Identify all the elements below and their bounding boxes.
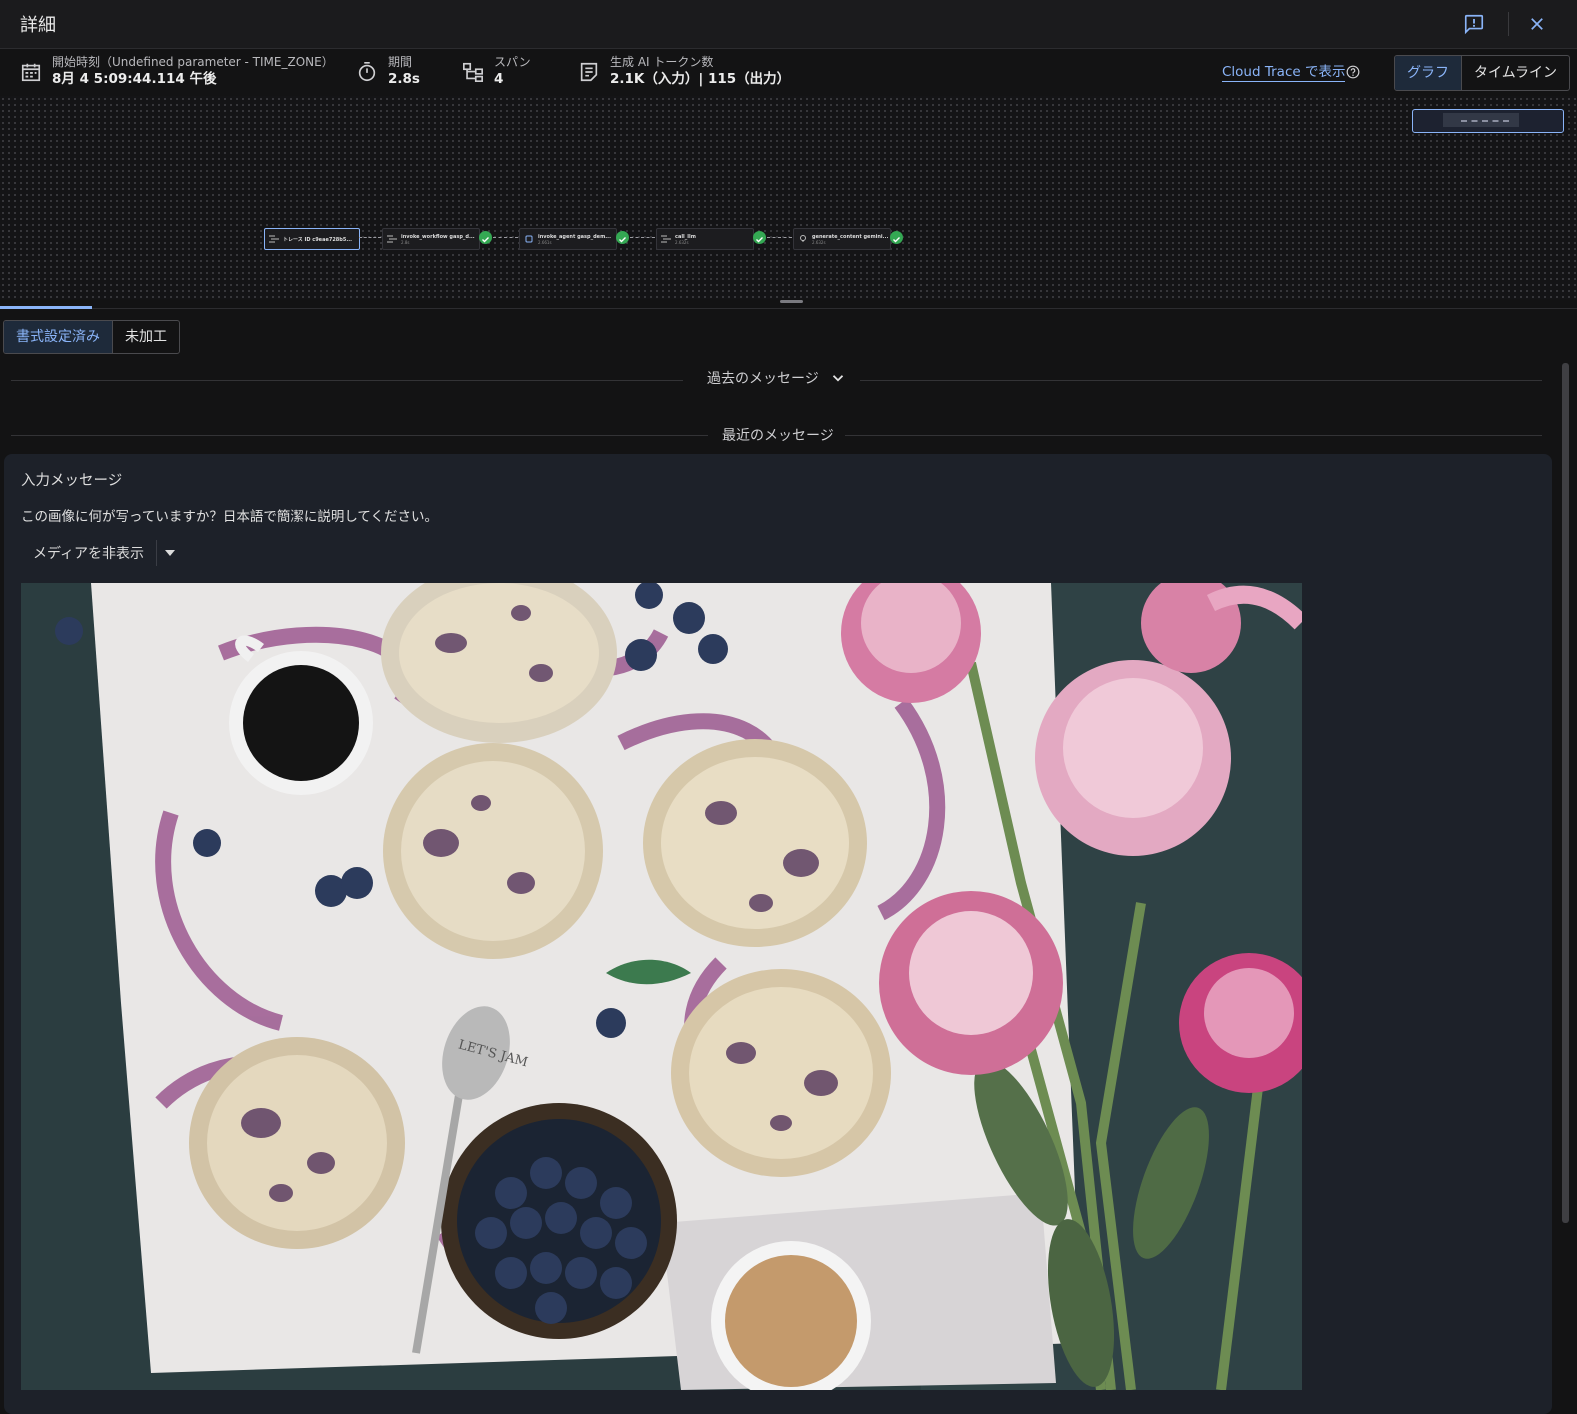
node-title: トレース ID c9eae728b5... <box>283 236 353 243</box>
graph-edge <box>359 237 381 238</box>
message-heading: 入力メッセージ <box>21 473 123 489</box>
dropdown-arrow-icon[interactable] <box>157 550 183 556</box>
notes-icon <box>580 62 598 82</box>
check-icon <box>479 231 492 244</box>
graph-node-workflow[interactable]: invoke_workflow gasp_d... 2.8s <box>382 228 480 250</box>
scrollbar[interactable] <box>1562 363 1569 1223</box>
hide-media-button[interactable]: メディアを非表示 <box>21 538 183 568</box>
trace-icon <box>269 235 279 243</box>
format-toggle: 書式設定済み 未加工 <box>3 320 180 354</box>
trace-graph-canvas[interactable]: トレース ID c9eae728b5... invoke_workflow ga… <box>0 96 1577 299</box>
hierarchy-icon <box>463 62 483 82</box>
start-time-label: 開始時刻（Undefined parameter - TIME_ZONE） <box>52 55 334 69</box>
node-duration: 2.632s <box>675 239 689 245</box>
node-title: invoke_agent gasp_dem... <box>538 233 611 240</box>
divider <box>845 435 1542 436</box>
node-duration: 2.632s <box>812 239 826 245</box>
check-icon <box>616 231 629 244</box>
graph-node-call-llm[interactable]: call_llm 2.632s <box>656 228 754 250</box>
lightbulb-icon <box>800 235 806 242</box>
scones-photo: LET'S JAM <box>21 583 1302 1390</box>
divider <box>860 380 1542 381</box>
active-tab-indicator <box>0 306 92 309</box>
agent-icon <box>525 235 533 243</box>
view-mode-toggle: グラフ タイムライン <box>1394 55 1571 91</box>
spans-value: 4 <box>494 71 504 87</box>
graph-edge <box>630 237 655 238</box>
hide-media-label: メディアを非表示 <box>33 546 145 562</box>
feedback-icon[interactable] <box>1460 10 1488 38</box>
tab-formatted[interactable]: 書式設定済み <box>4 321 113 353</box>
panel-title: 詳細 <box>20 15 56 36</box>
duration-value: 2.8s <box>388 71 420 87</box>
node-title: invoke_workflow gasp_d... <box>401 233 475 240</box>
graph-edge <box>767 237 792 238</box>
check-icon <box>753 231 766 244</box>
past-messages-toggle[interactable]: 過去のメッセージ <box>707 368 847 388</box>
graph-node-trace[interactable]: トレース ID c9eae728b5... <box>264 228 360 250</box>
past-messages-label: 過去のメッセージ <box>707 371 819 387</box>
tab-timeline[interactable]: タイムライン <box>1461 56 1569 90</box>
divider <box>11 380 683 381</box>
token-count: 生成 AI トークン数 2.1K（入力）| 115（出力） <box>578 55 790 88</box>
message-text: この画像に何が写っていますか？日本語で簡潔に説明してください。 <box>21 509 439 525</box>
spans-label: スパン <box>494 55 531 69</box>
token-count-value: 2.1K（入力）| 115（出力） <box>610 71 791 87</box>
panel-header: 詳細 <box>0 0 1577 49</box>
graph-node-agent[interactable]: invoke_agent gasp_dem... 2.661s <box>519 228 617 250</box>
check-icon <box>890 231 903 244</box>
chevron-down-icon <box>832 375 843 382</box>
duration-label: 期間 <box>388 55 413 69</box>
spans: スパン 4 <box>462 55 531 88</box>
graph-edge <box>493 237 518 238</box>
timer-icon <box>358 62 376 82</box>
attached-image: LET'S JAM <box>21 583 1302 1390</box>
node-duration: 2.8s <box>401 239 410 245</box>
calendar-icon <box>21 63 41 82</box>
duration: 期間 2.8s <box>356 55 420 88</box>
minimap-path <box>1461 120 1509 122</box>
help-icon[interactable] <box>1346 65 1360 79</box>
graph-minimap[interactable] <box>1412 109 1564 133</box>
header-divider <box>1508 12 1509 36</box>
node-title: call_llm <box>675 233 696 240</box>
panel-divider <box>0 308 1577 309</box>
recent-messages-label: 最近のメッセージ <box>722 428 834 444</box>
cloud-trace-link[interactable]: Cloud Trace で表示 <box>1222 64 1346 82</box>
span-icon <box>661 235 671 243</box>
tab-graph[interactable]: グラフ <box>1395 56 1462 90</box>
graph-node-generate[interactable]: generate_content gemini... 2.632s <box>793 228 891 250</box>
divider <box>11 435 708 436</box>
node-title: generate_content gemini... <box>812 233 889 240</box>
start-time-value: 8月 4 5:09:44.114 午後 <box>52 71 217 87</box>
span-icon <box>387 235 397 243</box>
tab-raw[interactable]: 未加工 <box>112 321 179 353</box>
token-count-label: 生成 AI トークン数 <box>610 55 714 69</box>
node-duration: 2.661s <box>538 239 552 245</box>
start-time: 開始時刻（Undefined parameter - TIME_ZONE） 8月 … <box>20 55 334 88</box>
resize-handle[interactable] <box>780 300 803 303</box>
close-icon[interactable] <box>1523 10 1551 38</box>
